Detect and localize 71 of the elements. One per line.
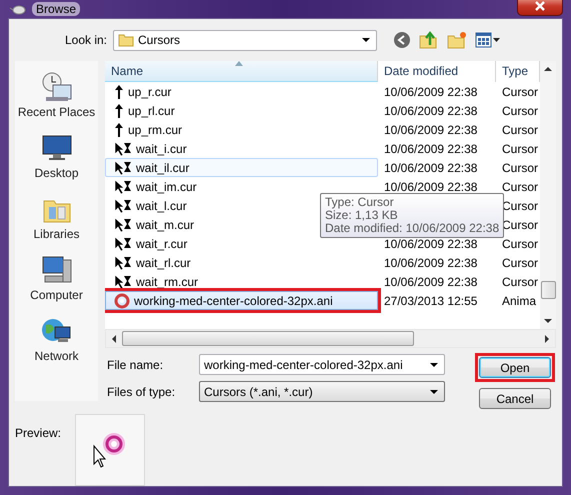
date-cell-text: 10/06/2009 22:38 <box>383 104 478 118</box>
cancel-button[interactable]: Cancel <box>479 388 551 409</box>
type-cell-text: Cursor <box>501 180 540 194</box>
folder-up-icon[interactable] <box>419 31 439 49</box>
column-header[interactable]: Name <box>105 61 378 82</box>
pointer-hourglass-icon <box>114 198 132 214</box>
type-cell-text: Cursor <box>501 104 540 118</box>
file-tooltip: Type: Cursor Size: 1,13 KB Date modified: 10/06/2009 22:38 <box>320 193 504 238</box>
pointer-hourglass-icon <box>114 140 132 156</box>
file-row[interactable]: wait_i.cur <box>105 139 378 158</box>
date-cell-text: 10/06/2009 22:38 <box>383 274 478 288</box>
back-icon[interactable] <box>393 31 411 49</box>
date-cell-text: 10/06/2009 22:38 <box>383 236 478 250</box>
close-button[interactable] <box>517 0 563 16</box>
type-cell-text: Cursor <box>501 236 540 250</box>
pointer-hourglass-icon <box>114 236 132 252</box>
look-in-label: Look in: <box>64 33 107 47</box>
file-name-label: File name: <box>106 358 164 372</box>
pointer-hourglass-icon <box>114 216 132 232</box>
pointer-hourglass-icon <box>114 254 132 270</box>
date-cell-text: 10/06/2009 22:38 <box>383 142 478 156</box>
vertical-scrollbar[interactable] <box>540 61 556 329</box>
up-arrow-icon <box>114 104 124 118</box>
window-title: Browse <box>32 2 80 16</box>
file-type-dropdown[interactable]: Cursors (*.ani, *.cur) <box>199 381 445 402</box>
date-cell-text: 10/06/2009 22:38 <box>383 160 478 174</box>
place-label[interactable]: Recent Places <box>18 105 96 119</box>
open-button[interactable]: Open <box>479 357 551 378</box>
place-label[interactable]: Network <box>34 349 78 363</box>
type-cell-text: Cursor <box>501 274 540 288</box>
new-folder-icon[interactable] <box>447 31 467 49</box>
sort-arrow-icon <box>235 61 243 66</box>
date-cell-text: 10/06/2009 22:38 <box>383 180 478 194</box>
date-cell-text: 10/06/2009 22:38 <box>383 122 478 136</box>
file-row[interactable]: wait_im.cur <box>105 177 378 196</box>
place-label[interactable]: Desktop <box>34 166 79 180</box>
pointer-hourglass-icon <box>114 160 132 176</box>
file-row[interactable]: up_rm.cur <box>105 120 378 139</box>
column-header[interactable]: Date modified <box>378 61 496 82</box>
file-row[interactable]: working-med-center-colored-32px.ani <box>105 291 378 310</box>
type-cell-text: Cursor <box>501 256 540 270</box>
file-row[interactable]: up_r.cur <box>105 82 378 101</box>
preview-label: Preview: <box>15 425 62 440</box>
pointer-hourglass-icon <box>114 274 132 290</box>
close-icon <box>534 1 546 11</box>
type-cell-text: Cursor <box>501 160 540 174</box>
place-label[interactable]: Computer <box>30 288 83 302</box>
file-row[interactable]: wait_rm.cur <box>105 272 378 291</box>
clock-folder-icon[interactable] <box>40 71 72 103</box>
view-menu-icon[interactable] <box>475 32 501 48</box>
file-type-label: Files of type: <box>106 384 176 398</box>
horizontal-scrollbar[interactable] <box>105 329 556 348</box>
file-row[interactable]: wait_rl.cur <box>105 253 378 272</box>
pointer-hourglass-icon <box>114 178 132 194</box>
up-arrow-icon <box>114 122 124 136</box>
look-in-dropdown[interactable]: Cursors <box>113 30 377 50</box>
date-cell-text: 27/03/2013 12:55 <box>383 294 478 308</box>
date-cell-text: 10/06/2009 22:38 <box>383 84 478 98</box>
ring-icon <box>114 292 130 308</box>
type-cell-text: Cursor <box>501 84 540 98</box>
type-cell-text: Anima <box>501 294 538 308</box>
mouse-icon <box>10 3 26 15</box>
up-arrow-icon <box>114 84 124 98</box>
date-cell-text: 10/06/2009 22:38 <box>383 256 478 270</box>
type-cell-text: Cursor <box>501 122 540 136</box>
file-name-field[interactable]: working-med-center-colored-32px.ani <box>199 354 445 375</box>
folder-icon <box>118 33 134 47</box>
place-label[interactable]: Libraries <box>33 227 80 241</box>
file-row[interactable]: wait_il.cur <box>105 158 378 177</box>
type-cell-text: Cursor <box>501 142 540 156</box>
file-row[interactable]: up_rl.cur <box>105 101 378 120</box>
